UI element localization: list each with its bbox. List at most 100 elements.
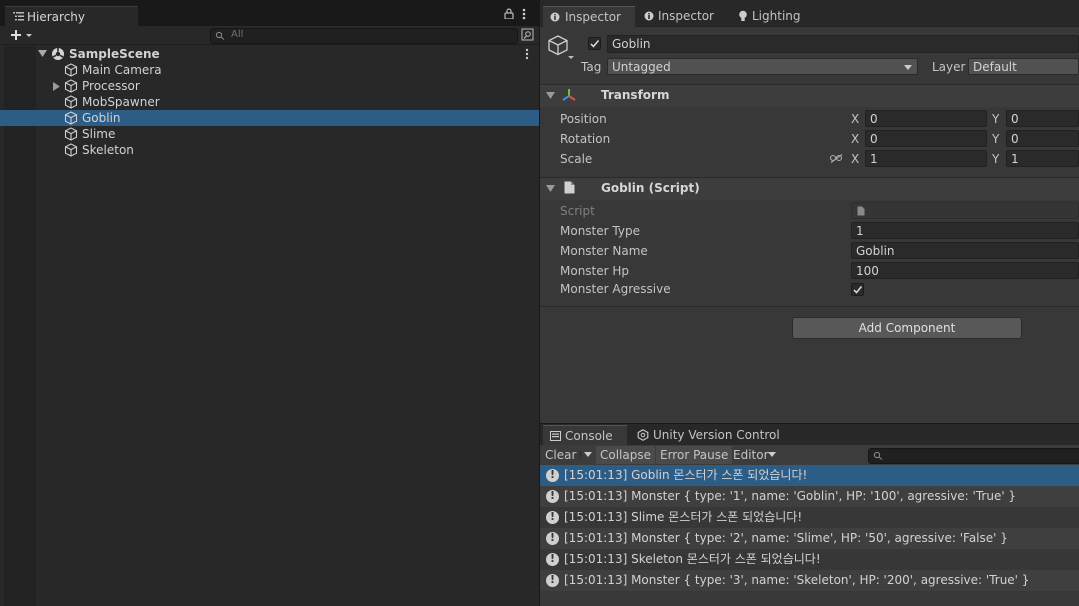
monster-type-field[interactable]: 1 [851,222,1079,239]
add-component-button[interactable]: Add Component [792,317,1022,339]
unity-scene-icon [51,47,65,61]
hierarchy-search-input[interactable]: All [210,28,518,44]
lightbulb-icon [738,10,748,22]
tag-label: Tag [581,60,602,74]
object-name: Goblin [612,37,651,51]
search-by-type-icon[interactable] [521,28,534,41]
collapse-arrow-icon[interactable] [546,185,555,192]
tab-unity-version-control[interactable]: Unity Version Control [632,425,782,445]
hierarchy-item[interactable]: Processor [0,78,539,94]
log-message: [15:01:13] Skeleton 몬스터가 스폰 되었습니다! [564,552,821,566]
log-message: [15:01:13] Monster { type: '1', name: 'G… [564,489,1017,503]
console-icon [550,431,561,441]
log-entry[interactable]: ! [15:01:13] Monster { type: '1', name: '… [540,486,1079,507]
script-file-icon [564,181,575,194]
info-icon [644,11,654,21]
hierarchy-item-label: Skeleton [82,143,134,157]
expand-arrow-icon[interactable] [53,82,60,91]
active-toggle[interactable] [588,37,601,50]
tab-console[interactable]: Console [543,425,627,446]
collapse-arrow-icon[interactable] [546,92,555,99]
monster-hp-value: 100 [856,264,879,278]
search-icon [873,451,884,460]
rotation-label: Rotation [560,132,611,146]
hierarchy-panel: Hierarchy All SampleScene Main Camera Pr… [0,0,539,606]
script-reference-field [851,202,1079,219]
position-x-value: 0 [870,112,878,126]
log-entry[interactable]: ! [15:01:13] Monster { type: '2', name: '… [540,528,1079,549]
log-message: [15:01:13] Monster { type: '2', name: 'S… [564,531,1008,545]
scale-x-field[interactable]: 1 [865,150,987,167]
tab-inspector-1[interactable]: Inspector [543,6,635,27]
lock-icon[interactable] [504,8,514,19]
collapse-toggle[interactable]: Collapse [596,446,655,464]
scene-row[interactable]: SampleScene [0,46,539,62]
rotation-y-field[interactable]: 0 [1006,130,1079,147]
position-y-field[interactable]: 0 [1006,110,1079,127]
transform-icon [562,88,576,102]
axis-y-label[interactable]: Y [992,111,999,127]
monster-name-value: Goblin [856,244,895,258]
position-label: Position [560,112,607,126]
hierarchy-tab[interactable]: Hierarchy [5,6,138,26]
gameobject-icon [64,79,78,93]
position-x-field[interactable]: 0 [865,110,987,127]
hierarchy-item[interactable]: Slime [0,126,539,142]
rotation-x-field[interactable]: 0 [865,130,987,147]
component-divider [540,306,1079,307]
kebab-menu-icon[interactable] [522,8,526,20]
gameobject-icon [64,95,78,109]
scale-y-value: 1 [1011,152,1019,166]
clear-options-dropdown[interactable] [580,451,594,459]
console-search-input[interactable] [868,448,1079,464]
tag-dropdown[interactable]: Untagged [607,58,918,75]
scene-menu-icon[interactable] [525,48,529,60]
info-log-icon: ! [546,573,559,587]
hierarchy-item[interactable]: MobSpawner [0,94,539,110]
log-entry[interactable]: ! [15:01:13] Slime 몬스터가 스폰 되었습니다! [540,507,1079,528]
search-placeholder: All [231,29,244,40]
rotation-y-value: 0 [1011,132,1019,146]
axis-x-label[interactable]: X [851,111,859,127]
hierarchy-item[interactable]: Goblin [0,110,539,126]
script-file-icon [857,206,865,216]
axis-y-label[interactable]: Y [992,131,999,147]
add-component-label: Add Component [858,321,956,335]
tab-label: Inspector [565,10,621,24]
log-entry[interactable]: ! [15:01:13] Monster { type: '3', name: '… [540,570,1079,591]
collapse-arrow-icon[interactable] [38,50,47,58]
tab-lighting[interactable]: Lighting [732,6,812,26]
transform-title: Transform [601,88,670,102]
hierarchy-item[interactable]: Skeleton [0,142,539,158]
monster-agressive-label: Monster Agressive [560,282,671,296]
axis-x-label[interactable]: X [851,151,859,167]
console-panel: Console Unity Version Control Clear Coll… [540,424,1079,606]
error-pause-toggle[interactable]: Error Pause [656,446,733,464]
monster-hp-field[interactable]: 100 [851,262,1079,279]
search-icon [215,31,226,40]
axis-x-label[interactable]: X [851,131,859,147]
monster-name-field[interactable]: Goblin [851,242,1079,259]
add-object-button[interactable] [9,28,37,42]
layer-dropdown[interactable]: Default [968,58,1079,75]
console-tabbar: Console Unity Version Control [540,424,1079,446]
editor-dropdown[interactable]: Editor [729,446,773,464]
list-icon [13,11,24,21]
script-component-header[interactable]: Goblin (Script) [540,177,1079,200]
chevron-down-icon [904,65,912,70]
object-name-field[interactable]: Goblin [607,35,1079,53]
transform-header[interactable]: Transform [540,84,1079,107]
clear-button[interactable]: Clear [541,446,580,464]
log-entry[interactable]: ! [15:01:13] Goblin 몬스터가 스폰 되었습니다! [540,465,1079,486]
hierarchy-item-label: Goblin [82,111,121,125]
tab-inspector-2[interactable]: Inspector [638,6,730,26]
log-entry[interactable]: ! [15:01:13] Skeleton 몬스터가 스폰 되었습니다! [540,549,1079,570]
axis-y-label[interactable]: Y [992,151,999,167]
constrain-proportions-icon[interactable] [830,154,843,163]
info-log-icon: ! [546,489,559,503]
monster-agressive-toggle[interactable] [851,283,864,296]
log-message: [15:01:13] Monster { type: '3', name: 'S… [564,573,1030,587]
hierarchy-item[interactable]: Main Camera [0,62,539,78]
tab-label: Unity Version Control [653,428,780,442]
scale-y-field[interactable]: 1 [1006,150,1079,167]
